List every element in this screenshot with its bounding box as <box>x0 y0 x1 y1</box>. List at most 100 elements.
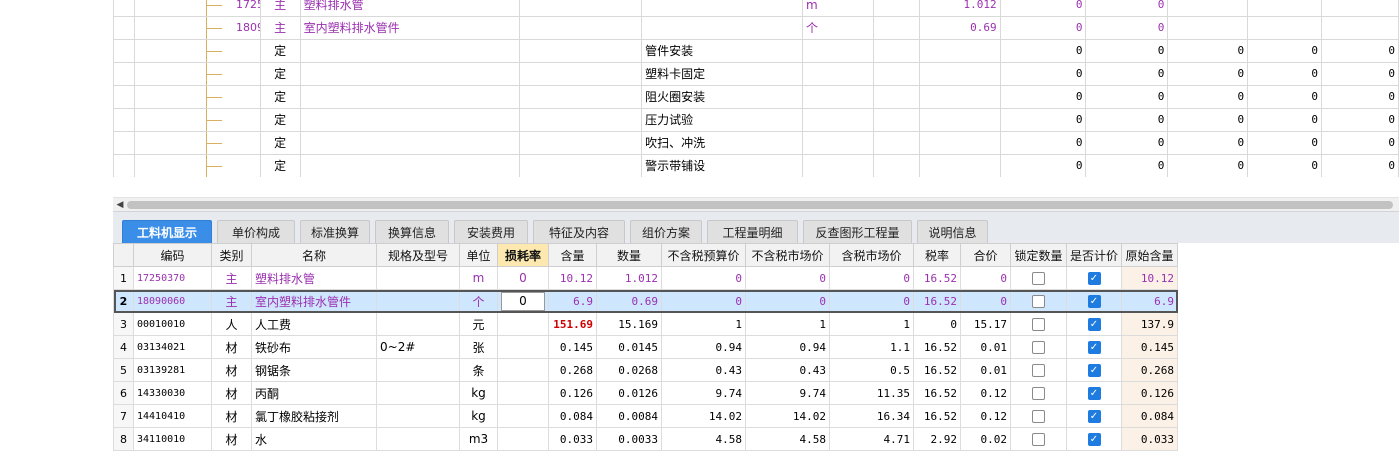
lock-quantity-cell[interactable] <box>1010 335 1067 359</box>
quantity-cell[interactable]: 0.69 <box>596 289 662 313</box>
unit-cell[interactable]: m3 <box>459 427 498 451</box>
material-row[interactable]: 7 14410410 材氯丁橡胶粘接剂 kg 0.084 0.0084 14.02 14.02… <box>113 404 1178 428</box>
budget-price-cell[interactable]: 0 <box>661 266 746 290</box>
loss-rate-cell[interactable] <box>497 312 549 336</box>
value-cell[interactable]: 0 <box>999 16 1087 40</box>
row-gutter[interactable] <box>113 131 135 155</box>
market-price-cell[interactable]: 0.43 <box>745 358 830 382</box>
loss-rate-cell[interactable] <box>497 381 549 405</box>
is-priced-cell[interactable]: ✓ <box>1066 358 1122 382</box>
column-header[interactable]: 原始含量 <box>1121 243 1178 267</box>
value-cell[interactable] <box>1321 16 1399 40</box>
content-cell[interactable]: 10.12 <box>548 266 597 290</box>
type-cell[interactable]: 定 <box>259 39 301 63</box>
value-cell[interactable]: 0 <box>1085 16 1169 40</box>
content-cell[interactable]: 0.145 <box>548 335 597 359</box>
name-cell[interactable] <box>299 108 521 132</box>
category-cell[interactable]: 主 <box>211 289 252 313</box>
unit-cell[interactable] <box>801 131 874 155</box>
quantity-cell[interactable]: 1.012 <box>918 0 1001 17</box>
row-number[interactable]: 6 <box>113 381 134 405</box>
is-priced-checkbox[interactable]: ✓ <box>1087 318 1101 331</box>
name-cell[interactable] <box>299 154 521 177</box>
unit-cell[interactable]: 条 <box>459 358 498 382</box>
row-number[interactable]: 7 <box>113 404 134 428</box>
total-price-cell[interactable]: 0.01 <box>960 358 1011 382</box>
loss-rate-input[interactable]: 0 <box>501 291 545 311</box>
value-cell[interactable]: 0 <box>999 108 1087 132</box>
top-grid-row[interactable]: 定塑料卡固定 0 0 0 0 0 <box>113 62 1399 86</box>
tab-5[interactable]: 安装费用 <box>454 220 528 244</box>
loss-rate-cell[interactable]: 0 <box>497 266 549 290</box>
original-content-cell[interactable]: 0.033 <box>1121 427 1178 451</box>
scrollbar-thumb[interactable] <box>127 201 1393 209</box>
column-header[interactable]: 数量 <box>596 243 662 267</box>
quantity-cell[interactable]: 0.0084 <box>596 404 662 428</box>
horizontal-scrollbar[interactable]: ◀ <box>113 197 1399 211</box>
value-cell[interactable]: 0 <box>1085 39 1169 63</box>
name-cell[interactable]: 塑料排水管 <box>251 266 377 290</box>
value-cell[interactable] <box>1167 16 1249 40</box>
unit-cell[interactable]: m <box>801 0 874 17</box>
tab-2[interactable]: 单价构成 <box>217 220 295 244</box>
tax-market-price-cell[interactable]: 0.5 <box>829 358 914 382</box>
is-priced-cell[interactable]: ✓ <box>1066 427 1122 451</box>
type-cell[interactable]: 定 <box>259 85 301 109</box>
scroll-left-icon[interactable]: ◀ <box>115 199 125 211</box>
column-header[interactable]: 含税市场价 <box>829 243 914 267</box>
blank-cell[interactable] <box>872 16 920 40</box>
tax-market-price-cell[interactable]: 1 <box>829 312 914 336</box>
unit-cell[interactable] <box>801 62 874 86</box>
code-cell[interactable]: 03134021 <box>133 335 212 359</box>
is-priced-cell[interactable]: ✓ <box>1066 381 1122 405</box>
value-cell[interactable]: 0 <box>1321 108 1399 132</box>
is-priced-checkbox[interactable]: ✓ <box>1087 295 1101 308</box>
name-cell[interactable]: 人工费 <box>251 312 377 336</box>
unit-cell[interactable]: 个 <box>459 289 498 313</box>
tab-4[interactable]: 换算信息 <box>375 220 449 244</box>
name-cell[interactable]: 室内塑料排水管件 <box>299 16 521 40</box>
original-content-cell[interactable]: 10.12 <box>1121 266 1178 290</box>
code-cell[interactable]: 18090060 <box>133 289 212 313</box>
unit-cell[interactable] <box>801 85 874 109</box>
column-header[interactable]: 锁定数量 <box>1010 243 1067 267</box>
tab-1[interactable]: 工料机显示 <box>122 220 212 244</box>
value-cell[interactable]: 0 <box>1247 131 1323 155</box>
budget-price-cell[interactable]: 0.94 <box>661 335 746 359</box>
value-cell[interactable]: 0 <box>1085 108 1169 132</box>
tab-10[interactable]: 说明信息 <box>917 220 988 244</box>
quantity-cell[interactable]: 15.169 <box>596 312 662 336</box>
content-cell[interactable]: 0.268 <box>548 358 597 382</box>
blank-cell[interactable] <box>872 62 920 86</box>
row-gutter[interactable] <box>113 108 135 132</box>
blank-cell[interactable] <box>872 85 920 109</box>
category-cell[interactable]: 材 <box>211 427 252 451</box>
spec-cell[interactable] <box>519 85 643 109</box>
value-cell[interactable]: 0 <box>999 62 1087 86</box>
budget-price-cell[interactable]: 1 <box>661 312 746 336</box>
name-cell[interactable] <box>299 131 521 155</box>
value-cell[interactable]: 0 <box>1085 131 1169 155</box>
quantity-cell[interactable]: 1.012 <box>596 266 662 290</box>
column-header[interactable]: 损耗率 <box>497 243 549 267</box>
category-cell[interactable]: 材 <box>211 381 252 405</box>
total-price-cell[interactable]: 0 <box>960 289 1011 313</box>
market-price-cell[interactable]: 0.94 <box>745 335 830 359</box>
value-cell[interactable]: 0 <box>1321 131 1399 155</box>
unit-cell[interactable] <box>801 108 874 132</box>
row-number[interactable]: 2 <box>113 289 134 313</box>
spec-cell[interactable] <box>519 0 643 17</box>
unit-cell[interactable] <box>801 39 874 63</box>
is-priced-cell[interactable]: ✓ <box>1066 335 1122 359</box>
row-gutter[interactable] <box>113 85 135 109</box>
quantity-cell[interactable]: 0.0126 <box>596 381 662 405</box>
material-row[interactable]: 2 18090060 主室内塑料排水管件个 0 6.9 0.69 0 0 0 16.52 0 ✓ 6.9 <box>113 289 1178 313</box>
row-gutter[interactable] <box>113 0 135 17</box>
tax-market-price-cell[interactable]: 16.34 <box>829 404 914 428</box>
market-price-cell[interactable]: 4.58 <box>745 427 830 451</box>
lock-quantity-checkbox[interactable] <box>1032 364 1045 377</box>
loss-rate-cell[interactable] <box>497 335 549 359</box>
lock-quantity-cell[interactable] <box>1010 358 1067 382</box>
code-cell[interactable]: 14410410 <box>133 404 212 428</box>
is-priced-cell[interactable]: ✓ <box>1066 289 1122 313</box>
